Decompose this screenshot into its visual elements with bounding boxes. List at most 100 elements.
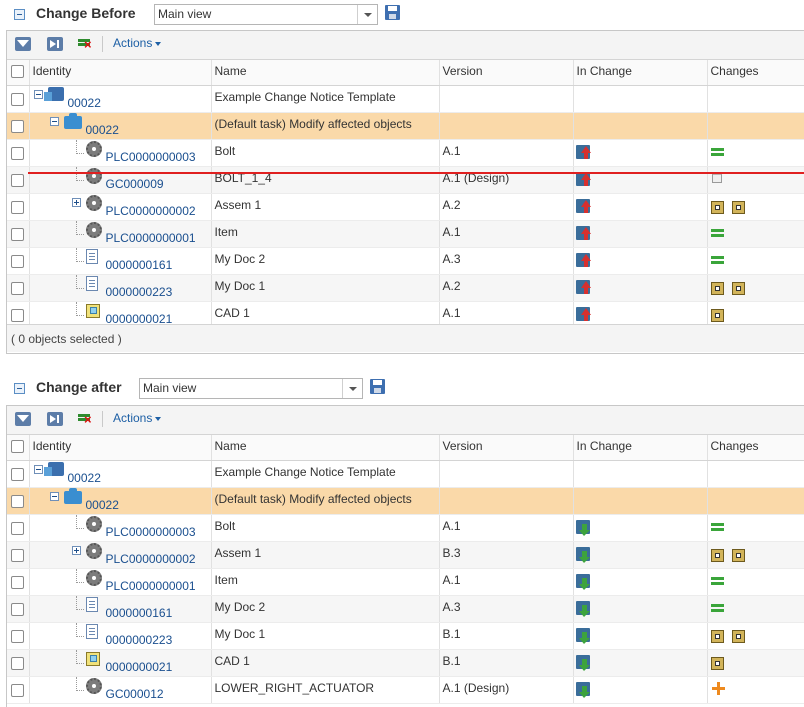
row-checkbox[interactable] xyxy=(11,522,24,535)
after-collapse-icon[interactable] xyxy=(14,383,25,394)
name-text: Item xyxy=(214,573,238,587)
collapse-minus-icon[interactable] xyxy=(49,117,59,126)
unchanged-icon xyxy=(710,148,724,151)
table-row[interactable]: PLC0000000002 Assem 1 A.2 xyxy=(7,193,804,221)
before-view-select[interactable]: Main view xyxy=(154,4,378,25)
table-row[interactable]: PLC0000000001 Item A.1 xyxy=(7,568,804,596)
identity-link[interactable]: 0000000161 xyxy=(106,606,173,620)
row-checkbox[interactable] xyxy=(11,147,24,160)
col-identity[interactable]: Identity xyxy=(29,435,212,461)
row-checkbox[interactable] xyxy=(11,549,24,562)
col-changes[interactable]: Changes xyxy=(707,60,804,86)
table-row[interactable]: GC000009 BOLT_1_4 A.1 (Design) xyxy=(7,166,804,194)
identity-link[interactable]: 0000000021 xyxy=(106,660,173,674)
identity-link[interactable]: 0000000223 xyxy=(106,633,173,647)
row-checkbox[interactable] xyxy=(11,630,24,643)
table-row[interactable]: 00022 Example Change Notice Template xyxy=(7,460,804,488)
identity-link[interactable]: PLC0000000003 xyxy=(106,150,196,164)
table-row[interactable]: 00022 Example Change Notice Template xyxy=(7,85,804,113)
table-row[interactable]: PLC0000000003 Bolt A.1 xyxy=(7,514,804,542)
before-actions-menu[interactable]: Actions xyxy=(113,36,162,50)
row-checkbox[interactable] xyxy=(11,93,24,106)
row-checkbox[interactable] xyxy=(11,495,24,508)
col-name[interactable]: Name xyxy=(211,60,440,86)
expand-plus-icon[interactable] xyxy=(71,546,81,555)
in-change-cell xyxy=(573,274,708,302)
row-checkbox[interactable] xyxy=(11,255,24,268)
row-checkbox[interactable] xyxy=(11,201,24,214)
identity-cell: 0000000223 xyxy=(29,274,212,302)
name-cell: CAD 1 xyxy=(211,649,440,677)
changes-cell xyxy=(707,595,804,623)
expand-all-icon[interactable] xyxy=(47,37,63,51)
collapse-minus-icon[interactable] xyxy=(33,465,43,474)
chevron-down-icon[interactable] xyxy=(342,379,362,398)
select-all-checkbox[interactable] xyxy=(7,435,30,461)
col-version[interactable]: Version xyxy=(439,60,574,86)
table-row[interactable]: PLC0000000002 Assem 1 B.3 xyxy=(7,541,804,569)
col-changes[interactable]: Changes xyxy=(707,435,804,461)
row-checkbox[interactable] xyxy=(11,684,24,697)
name-text: CAD 1 xyxy=(214,654,250,668)
collapse-minus-icon[interactable] xyxy=(33,90,43,99)
row-checkbox[interactable] xyxy=(11,282,24,295)
table-row[interactable]: 0000000223 My Doc 1 A.2 xyxy=(7,274,804,302)
table-row[interactable]: PLC0000000003 Bolt A.1 xyxy=(7,139,804,167)
col-in-change[interactable]: In Change xyxy=(573,60,708,86)
identity-link[interactable]: GC000009 xyxy=(106,177,164,191)
change-in-icon xyxy=(575,682,590,698)
arrow-icon xyxy=(578,524,590,536)
row-checkbox[interactable] xyxy=(11,603,24,616)
collapse-minus-icon[interactable] xyxy=(49,492,59,501)
chevron-down-icon[interactable] xyxy=(357,5,377,24)
row-checkbox[interactable] xyxy=(11,576,24,589)
table-row[interactable]: 00022 (Default task) Modify affected obje… xyxy=(7,487,804,515)
version-text: A.3 xyxy=(442,252,461,266)
tree-connector-line xyxy=(75,663,84,664)
row-checkbox[interactable] xyxy=(11,468,24,481)
save-icon[interactable] xyxy=(385,5,400,20)
table-row[interactable]: 0000000223 My Doc 1 B.1 xyxy=(7,622,804,650)
expand-all-icon[interactable] xyxy=(47,412,63,426)
table-row[interactable]: 00022 (Default task) Modify affected obje… xyxy=(7,112,804,140)
identity-link[interactable]: 0000000161 xyxy=(106,258,173,272)
save-icon[interactable] xyxy=(370,379,385,394)
identity-link[interactable]: 00022 xyxy=(68,96,101,110)
col-identity[interactable]: Identity xyxy=(29,60,212,86)
row-checkbox[interactable] xyxy=(11,657,24,670)
after-view-select[interactable]: Main view xyxy=(139,378,363,399)
table-row[interactable]: 0000000161 My Doc 2 A.3 xyxy=(7,247,804,275)
table-row[interactable]: GC000012 LOWER_RIGHT_ACTUATOR A.1 (Design) xyxy=(7,676,804,704)
row-checkbox[interactable] xyxy=(11,120,24,133)
identity-link[interactable]: PLC0000000002 xyxy=(106,552,196,566)
expand-plus-icon[interactable] xyxy=(71,198,81,207)
row-checkbox[interactable] xyxy=(11,228,24,241)
row-checkbox[interactable] xyxy=(11,174,24,187)
identity-link[interactable]: PLC0000000002 xyxy=(106,204,196,218)
changes-cell xyxy=(707,487,804,515)
select-all-checkbox[interactable] xyxy=(7,60,30,86)
remove-filter-icon[interactable] xyxy=(77,37,93,51)
identity-link[interactable]: PLC0000000001 xyxy=(106,231,196,245)
before-collapse-icon[interactable] xyxy=(14,9,25,20)
filter-icon[interactable] xyxy=(15,412,31,426)
identity-link[interactable]: PLC0000000001 xyxy=(106,579,196,593)
table-row[interactable]: 0000000021 CAD 1 B.1 xyxy=(7,649,804,677)
col-version[interactable]: Version xyxy=(439,435,574,461)
tree-connector-line xyxy=(75,596,77,610)
filter-icon[interactable] xyxy=(15,37,31,51)
identity-link[interactable]: 00022 xyxy=(68,471,101,485)
identity-link[interactable]: 00022 xyxy=(86,498,119,512)
col-name[interactable]: Name xyxy=(211,435,440,461)
identity-link[interactable]: PLC0000000003 xyxy=(106,525,196,539)
col-in-change[interactable]: In Change xyxy=(573,435,708,461)
table-row[interactable]: PLC0000000001 Item A.1 xyxy=(7,220,804,248)
after-actions-menu[interactable]: Actions xyxy=(113,411,162,425)
identity-link[interactable]: 0000000223 xyxy=(106,285,173,299)
identity-link[interactable]: GC000012 xyxy=(106,687,164,701)
row-checkbox[interactable] xyxy=(11,309,24,322)
table-row[interactable]: 0000000161 My Doc 2 A.3 xyxy=(7,595,804,623)
version-text: A.1 xyxy=(442,225,461,239)
remove-filter-icon[interactable] xyxy=(77,412,93,426)
identity-link[interactable]: 00022 xyxy=(86,123,119,137)
